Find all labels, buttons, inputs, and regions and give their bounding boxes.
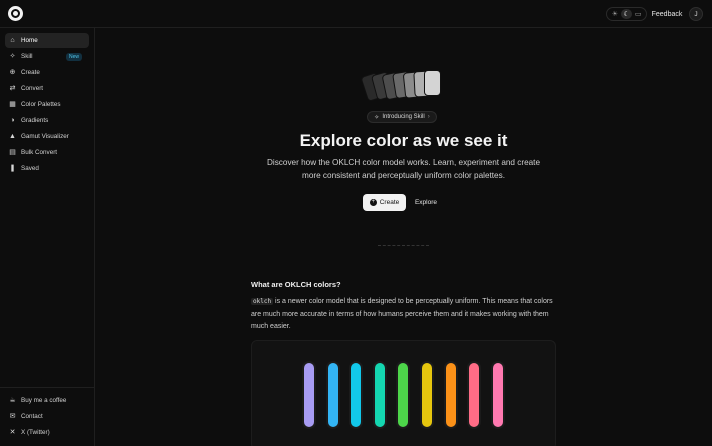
avatar[interactable]: J xyxy=(689,7,703,21)
home-icon: ⌂ xyxy=(10,37,15,44)
bulk-icon: ▤ xyxy=(9,149,16,156)
section-title: What are OKLCH colors? xyxy=(251,280,341,289)
color-bar-fill xyxy=(398,363,409,427)
color-bar xyxy=(396,361,411,429)
sidebar-item-convert[interactable]: ⇄ Convert xyxy=(5,81,89,96)
color-bar xyxy=(420,361,434,429)
color-bar-fill xyxy=(469,363,480,427)
section-divider xyxy=(378,245,429,246)
main-content: ✧ Introducing Skill › Explore color as w… xyxy=(95,28,712,446)
color-bar xyxy=(349,361,364,429)
section-body-text: is a newer color model that is designed … xyxy=(251,298,553,330)
moon-icon[interactable]: ☾ xyxy=(620,9,633,19)
color-bar-fill xyxy=(327,363,338,427)
color-bar-fill xyxy=(492,363,503,427)
sidebar-item-buy-coffee[interactable]: ☕ Buy me a coffee xyxy=(5,393,89,408)
sidebar-item-bulk-convert[interactable]: ▤ Bulk Convert xyxy=(5,145,89,160)
color-bar xyxy=(490,361,505,429)
sidebar-item-label: Convert xyxy=(21,85,44,92)
plus-circle-icon: + xyxy=(369,199,377,206)
hero-subtitle: Discover how the OKLCH color model works… xyxy=(266,158,541,180)
explore-button[interactable]: Explore xyxy=(409,194,443,211)
monitor-icon[interactable]: ▭ xyxy=(632,9,644,19)
feedback-button[interactable]: Feedback xyxy=(649,7,685,21)
gamut-icon: ▲ xyxy=(9,133,16,140)
color-bar-fill xyxy=(445,363,456,427)
pill-label: Introducing Skill xyxy=(382,114,425,120)
gradient-icon: ◑ xyxy=(10,117,15,124)
color-bar xyxy=(467,361,482,429)
sidebar-item-label: Home xyxy=(21,37,38,44)
chevron-right-icon: › xyxy=(427,114,430,120)
sidebar-item-label: Saved xyxy=(21,165,39,172)
sidebar-item-label: Color Palettes xyxy=(21,101,61,108)
swatch-stack-illustration xyxy=(360,66,450,102)
sidebar-item-color-palettes[interactable]: ▦ Color Palettes xyxy=(5,97,89,112)
sidebar-item-label: Skill xyxy=(21,53,33,60)
sidebar-item-label: Bulk Convert xyxy=(21,149,58,156)
sidebar-item-create[interactable]: ⊕ Create xyxy=(5,65,89,80)
page-title: Explore color as we see it xyxy=(299,131,508,150)
sidebar-item-label: Contact xyxy=(21,413,43,420)
palette-icon: ▦ xyxy=(9,101,16,108)
color-bar xyxy=(443,361,458,429)
introducing-skill-pill[interactable]: ✧ Introducing Skill › xyxy=(367,111,437,123)
color-bar-fill xyxy=(374,363,385,427)
sidebar-item-skill[interactable]: ✧ Skill New xyxy=(5,49,89,64)
create-button-label: Create xyxy=(379,199,400,206)
plus-circle-icon: ⊕ xyxy=(9,69,16,76)
sidebar-item-gradients[interactable]: ◑ Gradients xyxy=(5,113,89,128)
color-bar-fill xyxy=(422,363,432,427)
bookmark-icon: ❚ xyxy=(9,165,16,172)
sidebar-item-home[interactable]: ⌂ Home xyxy=(5,33,89,48)
sidebar-item-contact[interactable]: ✉ Contact xyxy=(5,409,89,424)
mail-icon: ✉ xyxy=(9,413,16,420)
sun-icon[interactable]: ☀ xyxy=(609,9,621,19)
swap-icon: ⇄ xyxy=(9,85,16,92)
sidebar-item-label: Buy me a coffee xyxy=(21,397,67,404)
sidebar-item-label: Gradients xyxy=(21,117,49,124)
sidebar: ⌂ Home ✧ Skill New ⊕ Create ⇄ Convert ▦ … xyxy=(0,28,95,446)
sidebar-item-label: Create xyxy=(21,69,40,76)
app-logo-icon[interactable] xyxy=(8,6,23,21)
sidebar-item-gamut-visualizer[interactable]: ▲ Gamut Visualizer xyxy=(5,129,89,144)
color-bar-fill xyxy=(351,363,362,427)
color-bar xyxy=(325,361,340,429)
section-body: oklch is a newer color model that is des… xyxy=(251,296,556,334)
color-bar-fill xyxy=(304,363,314,427)
swatch xyxy=(424,70,441,97)
sidebar-divider xyxy=(0,387,95,388)
create-button[interactable]: + Create xyxy=(363,194,406,211)
sidebar-item-twitter[interactable]: ✕ X (Twitter) xyxy=(5,425,89,440)
sidebar-item-saved[interactable]: ❚ Saved xyxy=(5,161,89,176)
sidebar-item-label: Gamut Visualizer xyxy=(21,133,69,140)
color-demo-card xyxy=(251,340,556,446)
color-bar xyxy=(372,361,387,429)
code-snippet: oklch xyxy=(251,298,274,305)
coffee-icon: ☕ xyxy=(9,397,16,404)
sparkles-icon: ✧ xyxy=(9,53,16,60)
new-badge: New xyxy=(65,52,82,61)
top-bar: ☀ ☾ ▭ Feedback J xyxy=(0,0,712,28)
sidebar-item-label: X (Twitter) xyxy=(21,429,50,436)
x-icon: ✕ xyxy=(9,429,16,436)
sparkles-icon: ✧ xyxy=(374,114,380,121)
theme-switcher[interactable]: ☀ ☾ ▭ xyxy=(606,7,647,21)
color-bar xyxy=(302,361,316,429)
